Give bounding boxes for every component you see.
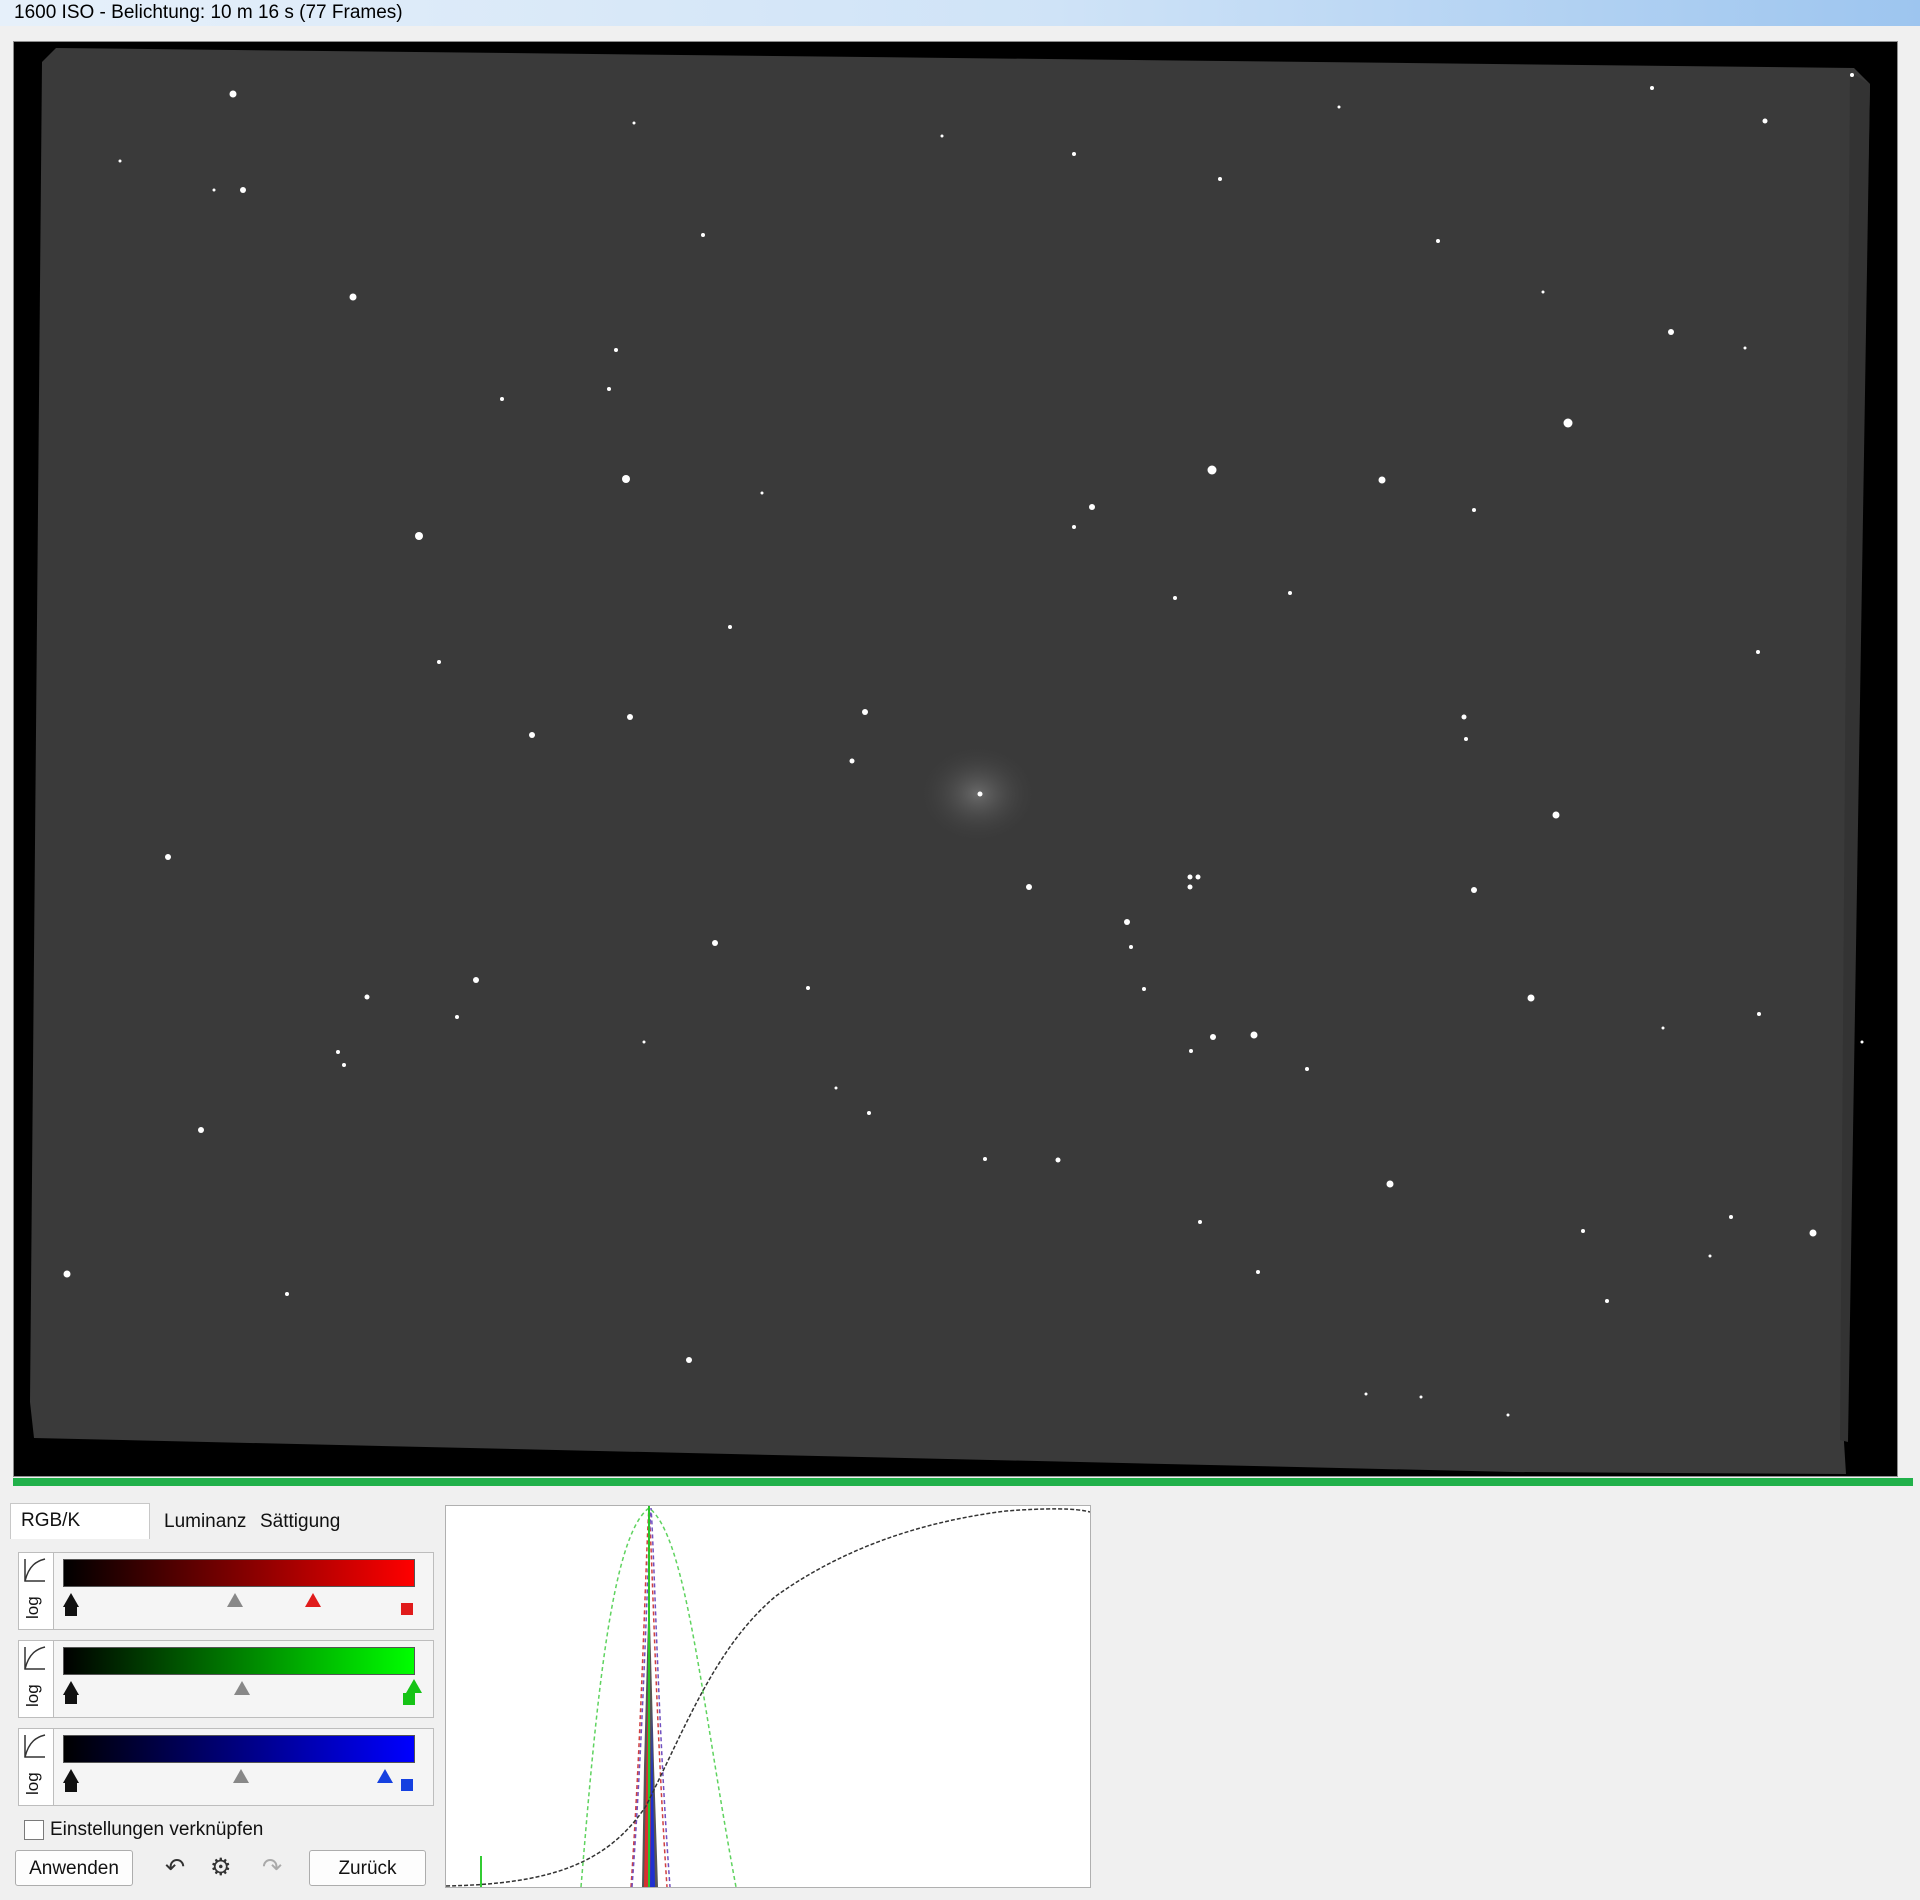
blue-channel: log <box>18 1728 434 1806</box>
window-title: 1600 ISO - Belichtung: 10 m 16 s (77 Fra… <box>14 2 403 23</box>
log-toggle-blue[interactable]: log <box>19 1729 54 1805</box>
green-gradient <box>63 1647 415 1675</box>
histogram-panel <box>445 1505 1091 1888</box>
white-point-marker[interactable] <box>377 1769 393 1783</box>
red-gradient <box>63 1559 415 1587</box>
histogram <box>445 1506 1091 1888</box>
apply-button[interactable]: Anwenden <box>15 1850 133 1886</box>
log-toggle-red[interactable]: log <box>19 1553 54 1629</box>
blue-gradient <box>63 1735 415 1763</box>
log-toggle-green[interactable]: log <box>19 1641 54 1717</box>
astro-image <box>30 48 1870 1474</box>
back-button[interactable]: Zurück <box>309 1850 426 1886</box>
gear-icon[interactable]: ⚙ <box>210 1853 232 1882</box>
image-viewer[interactable] <box>13 41 1898 1477</box>
black-point-marker[interactable] <box>63 1681 79 1695</box>
log-label: log <box>23 1772 42 1795</box>
black-point-marker[interactable] <box>63 1593 79 1607</box>
black-point-square <box>65 1606 77 1616</box>
log-label: log <box>23 1596 42 1619</box>
blue-channel-indicator <box>401 1779 413 1791</box>
red-channel-indicator <box>401 1603 413 1615</box>
green-channel-indicator <box>403 1693 415 1705</box>
tab-rgbk-levels[interactable]: RGB/K Levels <box>10 1503 150 1565</box>
midpoint-marker[interactable] <box>233 1769 249 1783</box>
log-curve-icon <box>24 1646 46 1670</box>
green-channel: log <box>18 1640 434 1718</box>
undo-icon[interactable]: ↶ <box>165 1853 185 1882</box>
midpoint-marker[interactable] <box>227 1593 243 1607</box>
red-channel: log <box>18 1552 434 1630</box>
midpoint-marker[interactable] <box>234 1681 250 1695</box>
tab-saettigung[interactable]: Sättigung <box>250 1505 342 1539</box>
black-point-square <box>65 1782 77 1792</box>
white-point-marker[interactable] <box>305 1593 321 1607</box>
levels-panel: log log log <box>10 1539 435 1806</box>
black-point-marker[interactable] <box>63 1769 79 1783</box>
log-curve-icon <box>24 1558 46 1582</box>
tab-luminanz[interactable]: Luminanz <box>154 1505 250 1539</box>
white-point-marker[interactable] <box>406 1679 422 1693</box>
link-settings-label: Einstellungen verknüpfen <box>50 1819 264 1840</box>
log-curve-icon <box>24 1734 46 1758</box>
progress-bar <box>13 1478 1913 1486</box>
black-point-square <box>65 1694 77 1704</box>
log-label: log <box>23 1684 42 1707</box>
link-settings-checkbox[interactable] <box>24 1820 44 1840</box>
tone-curve <box>445 1508 1091 1887</box>
title-bar: 1600 ISO - Belichtung: 10 m 16 s (77 Fra… <box>0 0 1920 26</box>
redo-icon: ↷ <box>262 1854 283 1881</box>
